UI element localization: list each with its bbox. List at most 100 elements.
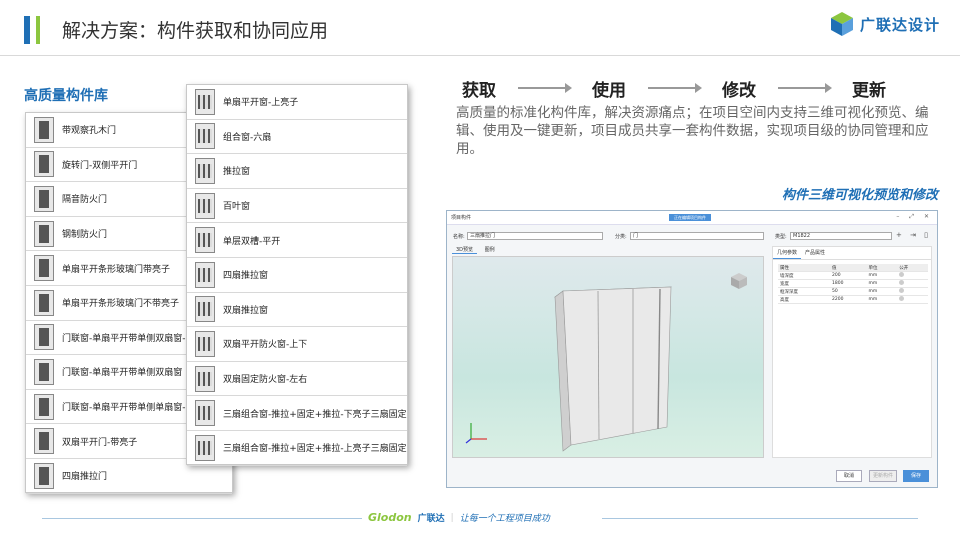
table-cell[interactable]: 框深深度 [778, 287, 830, 296]
page-title: 解决方案：构件获取和协同应用 [62, 20, 329, 42]
footer-divider [602, 518, 918, 519]
category-label: 分类: [615, 234, 627, 240]
list-item-label: 旋转门-双侧平开门 [62, 160, 138, 171]
footer: Glodon 广联达 | 让每一个工程项目成功 [368, 511, 550, 524]
public-toggle[interactable] [897, 295, 928, 304]
list-item[interactable]: 四扇推拉窗 [187, 258, 407, 293]
list-item[interactable]: 单扇平开窗-上亮子 [187, 85, 407, 120]
list-item[interactable]: 组合窗-六扇 [187, 120, 407, 155]
window-icon [195, 261, 215, 288]
properties-table: 属性值单位 公开 墙深度 200 mm 宽度 1800 mm 框深深度 50 mm 高度 2200 mm [778, 264, 928, 304]
door-icon [34, 358, 54, 385]
step-modify: 修改 [722, 81, 756, 101]
list-item[interactable]: 双扇平开防火窗-上下 [187, 327, 407, 362]
list-item-label: 三扇组合窗-推拉+固定+推拉-上亮子三扇固定 [223, 444, 407, 455]
table-cell[interactable]: 高度 [778, 295, 830, 304]
footer-brand-en: Glodon [368, 511, 412, 524]
table-row: 框深深度 50 mm [778, 287, 928, 296]
list-item-label: 隔音防火门 [62, 195, 108, 206]
window-controls[interactable]: – ⤢ ✕ [896, 213, 933, 221]
component-list-windows: 单扇平开窗-上亮子组合窗-六扇推拉窗百叶窗单层双槽-平开四扇推拉窗双扇推拉窗双扇… [186, 84, 408, 466]
list-item-label: 双扇推拉窗 [223, 305, 269, 316]
3d-viewport[interactable] [452, 256, 764, 458]
window-icon [195, 157, 215, 184]
table-cell[interactable]: mm [866, 295, 898, 304]
table-cell[interactable]: 200 [830, 271, 867, 280]
door-icon [34, 462, 54, 489]
footer-divider [42, 518, 362, 519]
list-item-label: 双扇固定防火窗-左右 [223, 375, 308, 386]
door-icon [34, 220, 54, 247]
door-icon [34, 428, 54, 455]
category-select[interactable]: 门 [630, 232, 764, 240]
list-item[interactable]: 双扇固定防火窗-左右 [187, 362, 407, 397]
list-item-label: 百叶窗 [223, 202, 251, 213]
description-text: 高质量的标准化构件库，解决资源痛点；在项目空间内支持三维可视化预览、编辑、使用及… [456, 105, 929, 157]
cube-logo-icon [828, 10, 856, 38]
table-row: 墙深度 200 mm [778, 271, 928, 280]
door-3d-model [554, 286, 672, 452]
table-cell[interactable]: mm [866, 287, 898, 296]
library-title: 高质量构件库 [24, 88, 108, 104]
door-icon [34, 116, 54, 143]
step-use: 使用 [592, 81, 626, 101]
public-toggle[interactable] [897, 271, 928, 280]
edit-badge: 正在编辑项目构件 [669, 214, 711, 221]
window-icon [195, 192, 215, 219]
table-cell[interactable]: 墙深度 [778, 271, 830, 280]
public-toggle[interactable] [897, 287, 928, 296]
window-icon [195, 434, 215, 461]
list-item[interactable]: 百叶窗 [187, 189, 407, 224]
view-tabs: 3D预览 图例 [452, 246, 501, 254]
col-public: 公开 [897, 264, 928, 272]
type-select[interactable]: M1822 [790, 232, 892, 240]
col-unit: 单位 [866, 264, 898, 272]
type-action-icons[interactable]: + ⇥ ▯ [896, 231, 931, 239]
workflow-steps: 获取 使用 修改 更新 [460, 76, 900, 101]
list-item[interactable]: 三扇组合窗-推拉+固定+推拉-上亮子三扇固定 [187, 431, 407, 466]
list-item-label: 组合窗-六扇 [223, 132, 272, 143]
window-icon [195, 88, 215, 115]
list-item[interactable]: 双扇推拉窗 [187, 293, 407, 328]
type-label: 类型: [775, 234, 787, 240]
list-item[interactable]: 三扇组合窗-推拉+固定+推拉-下亮子三扇固定 [187, 396, 407, 431]
table-row: 高度 2200 mm [778, 295, 928, 304]
axis-gizmo-icon [465, 419, 491, 445]
door-icon [34, 185, 54, 212]
tab-product-attrs[interactable]: 产品属性 [801, 247, 829, 259]
save-button[interactable]: 保存 [903, 470, 929, 482]
footer-brand-cn: 广联达 [417, 514, 445, 524]
list-item-label: 三扇组合窗-推拉+固定+推拉-下亮子三扇固定 [223, 409, 407, 420]
logo-text: 广联达设计 [860, 15, 941, 34]
list-item-label: 带观察孔木门 [62, 126, 117, 137]
door-icon [34, 255, 54, 282]
list-item-label: 四扇推拉窗 [223, 271, 269, 282]
window-icon [195, 296, 215, 323]
tab-3d-preview[interactable]: 3D预览 [452, 247, 478, 254]
table-cell[interactable]: mm [866, 271, 898, 280]
title-accent-bar-green [36, 16, 40, 44]
list-item-label: 钢制防火门 [62, 230, 108, 241]
public-toggle[interactable] [897, 279, 928, 288]
table-cell[interactable]: 1800 [830, 279, 867, 288]
preview-caption: 构件三维可视化预览和修改 [781, 188, 938, 203]
table-row: 宽度 1800 mm [778, 279, 928, 288]
table-cell[interactable]: 50 [830, 287, 867, 296]
window-titlebar: 项目构件 正在编辑项目构件 – ⤢ ✕ [447, 211, 937, 225]
list-item[interactable]: 单层双槽-平开 [187, 223, 407, 258]
table-cell[interactable]: mm [866, 279, 898, 288]
arrow-icon [518, 83, 572, 93]
name-input[interactable]: 三扇推拉门 [467, 232, 603, 240]
tab-geometry[interactable]: 几何参数 [773, 247, 802, 259]
viewcube-icon[interactable] [729, 271, 749, 291]
tab-legend[interactable]: 图例 [479, 247, 501, 253]
window-icon [195, 365, 215, 392]
window-icon [195, 227, 215, 254]
door-icon [34, 151, 54, 178]
cancel-button[interactable]: 取消 [836, 470, 862, 482]
table-cell[interactable]: 2200 [830, 295, 867, 304]
update-component-button[interactable]: 更新构件 [869, 470, 897, 482]
list-item-label: 门联窗-单扇平开带单侧单扇窗- [62, 403, 186, 414]
table-cell[interactable]: 宽度 [778, 279, 830, 288]
list-item[interactable]: 推拉窗 [187, 154, 407, 189]
